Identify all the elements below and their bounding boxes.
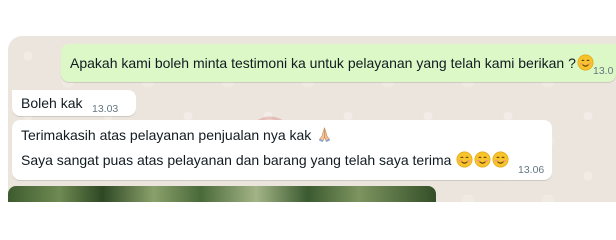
smiling-face-emoji-icon <box>492 151 509 168</box>
image-message-preview[interactable] <box>8 186 436 202</box>
smiling-face-emoji-icon <box>474 151 491 168</box>
outgoing-message-text: Apakah kami boleh minta testimoni ka unt… <box>70 54 594 72</box>
outgoing-message-time: 13.0 <box>593 65 614 77</box>
folded-hands-emoji-icon <box>319 127 331 143</box>
outgoing-message-bubble[interactable]: Apakah kami boleh minta testimoni ka unt… <box>61 44 616 82</box>
incoming-message-line-2: Saya sangat puas atas pelayanan dan bara… <box>21 151 509 169</box>
incoming-message-time-long: 13.06 <box>518 164 545 176</box>
smiling-face-emoji-icon <box>577 54 594 71</box>
smiling-face-emoji-icon <box>456 151 473 168</box>
incoming-message-bubble-short[interactable]: Boleh kak 13.03 <box>12 90 136 116</box>
incoming-message-text-short: Boleh kak <box>21 95 83 111</box>
incoming-message-bubble-long[interactable]: Terimakasih atas pelayanan penjualan nya… <box>12 120 552 180</box>
incoming-message-line-1: Terimakasih atas pelayanan penjualan nya… <box>21 126 333 144</box>
incoming-message-time-short: 13.03 <box>92 103 119 115</box>
chat-area: Apakah kami boleh minta testimoni ka unt… <box>8 36 616 202</box>
